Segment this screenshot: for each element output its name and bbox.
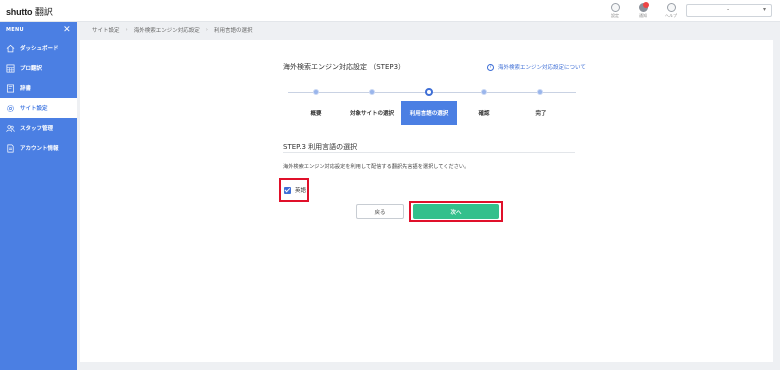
sidebar: MENU ✕ ダッシュボード プロ翻訳 辞書 サイト設定 スタッフ管理 アカウン… bbox=[0, 22, 77, 370]
document-icon bbox=[6, 144, 15, 153]
home-icon bbox=[6, 44, 15, 53]
step-dot bbox=[313, 89, 319, 95]
settings-button[interactable]: 設定 bbox=[606, 2, 624, 19]
logo-sub: 翻訳 bbox=[34, 7, 53, 17]
step-label-overview: 概要 bbox=[310, 111, 322, 117]
next-button[interactable]: 次へ bbox=[413, 204, 499, 219]
step-label-target-site: 対象サイトの選択 bbox=[349, 111, 394, 117]
top-icons: 設定 通知 ヘルプ bbox=[606, 2, 680, 19]
step-label-confirm: 確認 bbox=[478, 111, 490, 117]
chevron-down-icon: ▾ bbox=[762, 6, 766, 13]
step-dot-current bbox=[425, 88, 433, 96]
sidebar-item-account[interactable]: アカウント情報 bbox=[0, 138, 77, 158]
step-dot bbox=[481, 89, 487, 95]
description-text: 海外検索エンジン対応設定を利用して配信する翻訳先言語を選択してください。 bbox=[283, 164, 470, 170]
notification-badge bbox=[643, 2, 649, 8]
settings-label: 設定 bbox=[611, 13, 619, 18]
main-card: 海外検索エンジン対応設定 （STEP3） ? 海外検索エンジン対応設定について … bbox=[80, 40, 773, 362]
step-dot bbox=[369, 89, 375, 95]
notification-button[interactable]: 通知 bbox=[634, 2, 652, 19]
back-button[interactable]: 戻る bbox=[356, 204, 404, 219]
page-title: 海外検索エンジン対応設定 （STEP3） bbox=[283, 63, 406, 71]
users-icon bbox=[6, 124, 15, 133]
step-dot bbox=[537, 89, 543, 95]
divider bbox=[283, 152, 575, 153]
account-select-value: - bbox=[727, 6, 730, 13]
breadcrumb-item-current: 利用言語の選択 bbox=[213, 28, 253, 34]
sidebar-item-label: アカウント情報 bbox=[20, 146, 59, 152]
sidebar-item-dictionary[interactable]: 辞書 bbox=[0, 78, 77, 98]
settings-icon bbox=[610, 3, 620, 12]
menu-label: MENU bbox=[6, 27, 24, 33]
app-logo[interactable]: shutto 翻訳 bbox=[6, 5, 53, 18]
breadcrumb: サイト設定 › 海外検索エンジン対応設定 › 利用言語の選択 bbox=[92, 26, 252, 34]
notification-label: 通知 bbox=[639, 13, 647, 18]
book-icon bbox=[6, 84, 15, 93]
chevron-right-icon: › bbox=[125, 27, 128, 33]
sidebar-item-label: ダッシュボード bbox=[20, 46, 59, 52]
help-button[interactable]: ヘルプ bbox=[662, 2, 680, 19]
grid-icon bbox=[6, 64, 15, 73]
step-label-language: 利用言語の選択 bbox=[401, 101, 457, 125]
logo-main: shutto bbox=[6, 7, 33, 17]
sidebar-item-site-settings[interactable]: サイト設定 bbox=[0, 98, 77, 118]
checkbox-checked-icon[interactable] bbox=[284, 186, 291, 194]
help-link[interactable]: ? 海外検索エンジン対応設定について bbox=[487, 63, 586, 71]
sidebar-item-pro-translation[interactable]: プロ翻訳 bbox=[0, 58, 77, 78]
breadcrumb-item[interactable]: 海外検索エンジン対応設定 bbox=[134, 26, 200, 34]
help-icon bbox=[666, 3, 676, 12]
help-label: ヘルプ bbox=[665, 13, 677, 18]
step-label-complete: 完了 bbox=[535, 111, 547, 117]
top-bar: shutto 翻訳 設定 通知 ヘルプ - ▾ bbox=[0, 0, 780, 22]
language-option-label: 英語 bbox=[295, 188, 307, 194]
sidebar-item-staff[interactable]: スタッフ管理 bbox=[0, 118, 77, 138]
help-link-label: 海外検索エンジン対応設定について bbox=[498, 65, 586, 71]
sidebar-item-label: プロ翻訳 bbox=[20, 66, 43, 72]
account-select[interactable]: - ▾ bbox=[686, 4, 772, 17]
sidebar-header: MENU ✕ bbox=[0, 22, 77, 38]
sidebar-item-label: スタッフ管理 bbox=[20, 126, 54, 132]
chevron-right-icon: › bbox=[205, 27, 208, 33]
section-title: STEP.3 利用言語の選択 bbox=[283, 143, 358, 151]
sidebar-item-label: サイト設定 bbox=[20, 106, 48, 112]
question-icon: ? bbox=[487, 63, 494, 71]
breadcrumb-item[interactable]: サイト設定 bbox=[92, 26, 120, 34]
sidebar-item-label: 辞書 bbox=[20, 86, 32, 92]
close-icon[interactable]: ✕ bbox=[63, 25, 71, 35]
gear-icon bbox=[6, 104, 15, 113]
language-option-english[interactable]: 英語 bbox=[284, 186, 306, 194]
sidebar-item-dashboard[interactable]: ダッシュボード bbox=[0, 38, 77, 58]
